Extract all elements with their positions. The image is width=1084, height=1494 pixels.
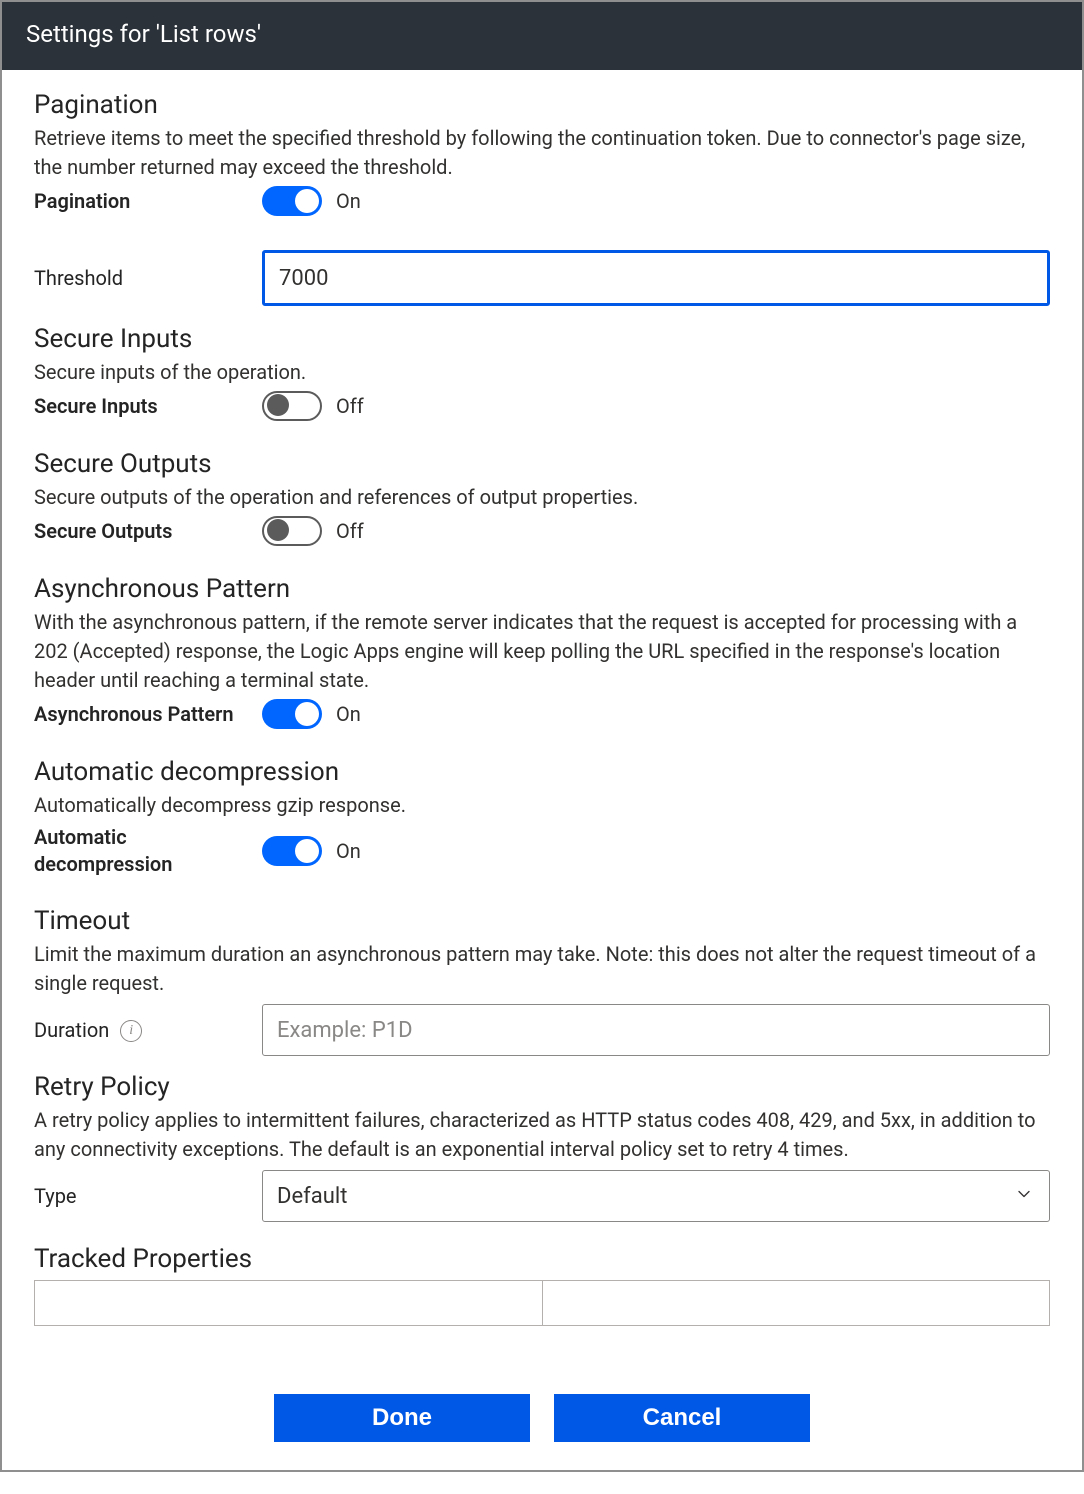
auto-decompress-label: Automatic decompression — [34, 824, 262, 878]
section-title-timeout: Timeout — [34, 906, 1050, 936]
duration-input[interactable] — [262, 1004, 1050, 1056]
duration-label-text: Duration — [34, 1018, 109, 1042]
section-desc-pagination: Retrieve items to meet the specified thr… — [34, 124, 1050, 182]
section-desc-secure-outputs: Secure outputs of the operation and refe… — [34, 483, 1050, 512]
panel-title: Settings for 'List rows' — [2, 2, 1082, 70]
section-desc-timeout: Limit the maximum duration an asynchrono… — [34, 940, 1050, 998]
section-title-secure-outputs: Secure Outputs — [34, 449, 1050, 479]
section-title-secure-inputs: Secure Inputs — [34, 324, 1050, 354]
cancel-button[interactable]: Cancel — [554, 1394, 810, 1442]
section-title-retry: Retry Policy — [34, 1072, 1050, 1102]
section-desc-retry: A retry policy applies to intermittent f… — [34, 1106, 1050, 1164]
section-auto-decompress: Automatic decompression Automatically de… — [34, 757, 1050, 878]
secure-outputs-toggle-state: Off — [336, 519, 364, 543]
tracked-property-value-input[interactable] — [543, 1280, 1051, 1326]
section-timeout: Timeout Limit the maximum duration an as… — [34, 906, 1050, 1056]
section-title-async: Asynchronous Pattern — [34, 574, 1050, 604]
tracked-property-key-input[interactable] — [34, 1280, 543, 1326]
threshold-input[interactable] — [262, 250, 1050, 306]
duration-label: Duration i — [34, 1018, 262, 1043]
auto-decompress-toggle[interactable] — [262, 836, 322, 866]
info-icon[interactable]: i — [120, 1020, 142, 1042]
section-pagination: Pagination Retrieve items to meet the sp… — [34, 90, 1050, 306]
pagination-toggle-state: On — [336, 189, 361, 213]
secure-outputs-toggle[interactable] — [262, 516, 322, 546]
section-desc-decompress: Automatically decompress gzip response. — [34, 791, 1050, 820]
auto-decompress-toggle-state: On — [336, 839, 361, 863]
section-tracked-properties: Tracked Properties — [34, 1244, 1050, 1326]
retry-type-label: Type — [34, 1184, 262, 1208]
tracked-properties-grid — [34, 1280, 1050, 1326]
secure-inputs-toggle-state: Off — [336, 394, 364, 418]
pagination-toggle[interactable] — [262, 186, 322, 216]
pagination-label: Pagination — [34, 189, 262, 213]
done-button[interactable]: Done — [274, 1394, 530, 1442]
section-title-tracked: Tracked Properties — [34, 1244, 1050, 1274]
panel-body: Pagination Retrieve items to meet the sp… — [2, 70, 1082, 1470]
retry-type-select[interactable]: Default — [262, 1170, 1050, 1222]
section-title-pagination: Pagination — [34, 90, 1050, 120]
section-desc-secure-inputs: Secure inputs of the operation. — [34, 358, 1050, 387]
section-desc-async: With the asynchronous pattern, if the re… — [34, 608, 1050, 695]
section-secure-outputs: Secure Outputs Secure outputs of the ope… — [34, 449, 1050, 546]
footer: Done Cancel — [34, 1354, 1050, 1470]
section-title-decompress: Automatic decompression — [34, 757, 1050, 787]
secure-inputs-label: Secure Inputs — [34, 394, 262, 418]
secure-outputs-label: Secure Outputs — [34, 519, 262, 543]
section-retry-policy: Retry Policy A retry policy applies to i… — [34, 1072, 1050, 1222]
threshold-label: Threshold — [34, 266, 262, 290]
secure-inputs-toggle[interactable] — [262, 391, 322, 421]
retry-type-value: Default — [277, 1184, 347, 1209]
section-secure-inputs: Secure Inputs Secure inputs of the opera… — [34, 324, 1050, 421]
async-pattern-label: Asynchronous Pattern — [34, 702, 262, 726]
async-pattern-toggle-state: On — [336, 702, 361, 726]
async-pattern-toggle[interactable] — [262, 699, 322, 729]
section-async-pattern: Asynchronous Pattern With the asynchrono… — [34, 574, 1050, 729]
settings-panel: Settings for 'List rows' Pagination Retr… — [0, 0, 1084, 1472]
